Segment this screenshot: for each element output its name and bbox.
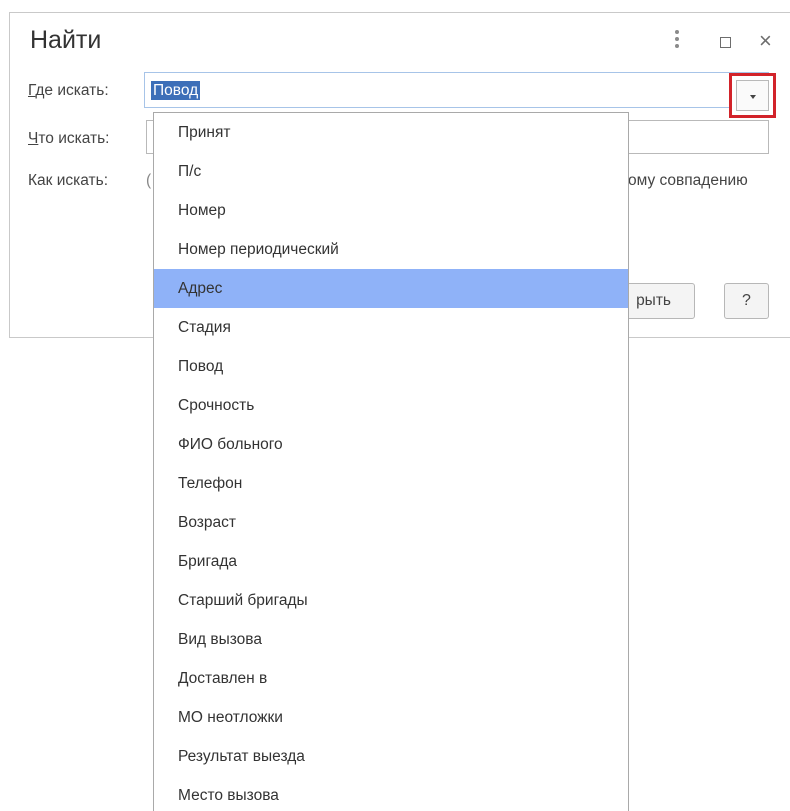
- close-icon[interactable]: ×: [759, 30, 772, 52]
- dropdown-item[interactable]: Адрес: [154, 269, 628, 308]
- what-label: Что искать:: [28, 130, 110, 147]
- dropdown-item[interactable]: Номер периодический: [154, 230, 628, 269]
- maximize-icon[interactable]: [720, 37, 731, 48]
- dialog-title: Найти: [30, 26, 102, 54]
- where-field[interactable]: Повод: [144, 72, 769, 108]
- dropdown-item[interactable]: Срочность: [154, 386, 628, 425]
- dropdown-item[interactable]: Повод: [154, 347, 628, 386]
- dropdown-item[interactable]: Телефон: [154, 464, 628, 503]
- dropdown-item[interactable]: Номер: [154, 191, 628, 230]
- dropdown-item[interactable]: Результат выезда: [154, 737, 628, 776]
- dropdown-item[interactable]: Доставлен в: [154, 659, 628, 698]
- where-label: Где искать:: [28, 82, 109, 99]
- where-dropdown-list[interactable]: Принят П/с Номер Номер периодический Адрес Ст…: [153, 112, 629, 811]
- dropdown-item[interactable]: ФИО больного: [154, 425, 628, 464]
- where-field-value: Повод: [151, 81, 201, 100]
- help-button[interactable]: ?: [724, 283, 769, 319]
- dropdown-item[interactable]: Место вызова: [154, 776, 628, 811]
- dropdown-item[interactable]: П/с: [154, 152, 628, 191]
- how-label: Как искать:: [28, 172, 109, 189]
- dropdown-item[interactable]: Старший бригады: [154, 581, 628, 620]
- dropdown-item[interactable]: Стадия: [154, 308, 628, 347]
- dropdown-item[interactable]: Вид вызова: [154, 620, 628, 659]
- dropdown-item[interactable]: Принят: [154, 113, 628, 152]
- where-dropdown-button[interactable]: [729, 73, 776, 118]
- how-option-partial[interactable]: (: [146, 172, 151, 190]
- close-button-label: рыть: [636, 292, 671, 309]
- more-options-icon[interactable]: [671, 30, 683, 52]
- chevron-down-icon: [749, 94, 756, 99]
- dropdown-item[interactable]: Бригада: [154, 542, 628, 581]
- exact-match-option-label[interactable]: ому совпадению: [628, 172, 748, 190]
- dropdown-item[interactable]: МО неотложки: [154, 698, 628, 737]
- dropdown-item[interactable]: Возраст: [154, 503, 628, 542]
